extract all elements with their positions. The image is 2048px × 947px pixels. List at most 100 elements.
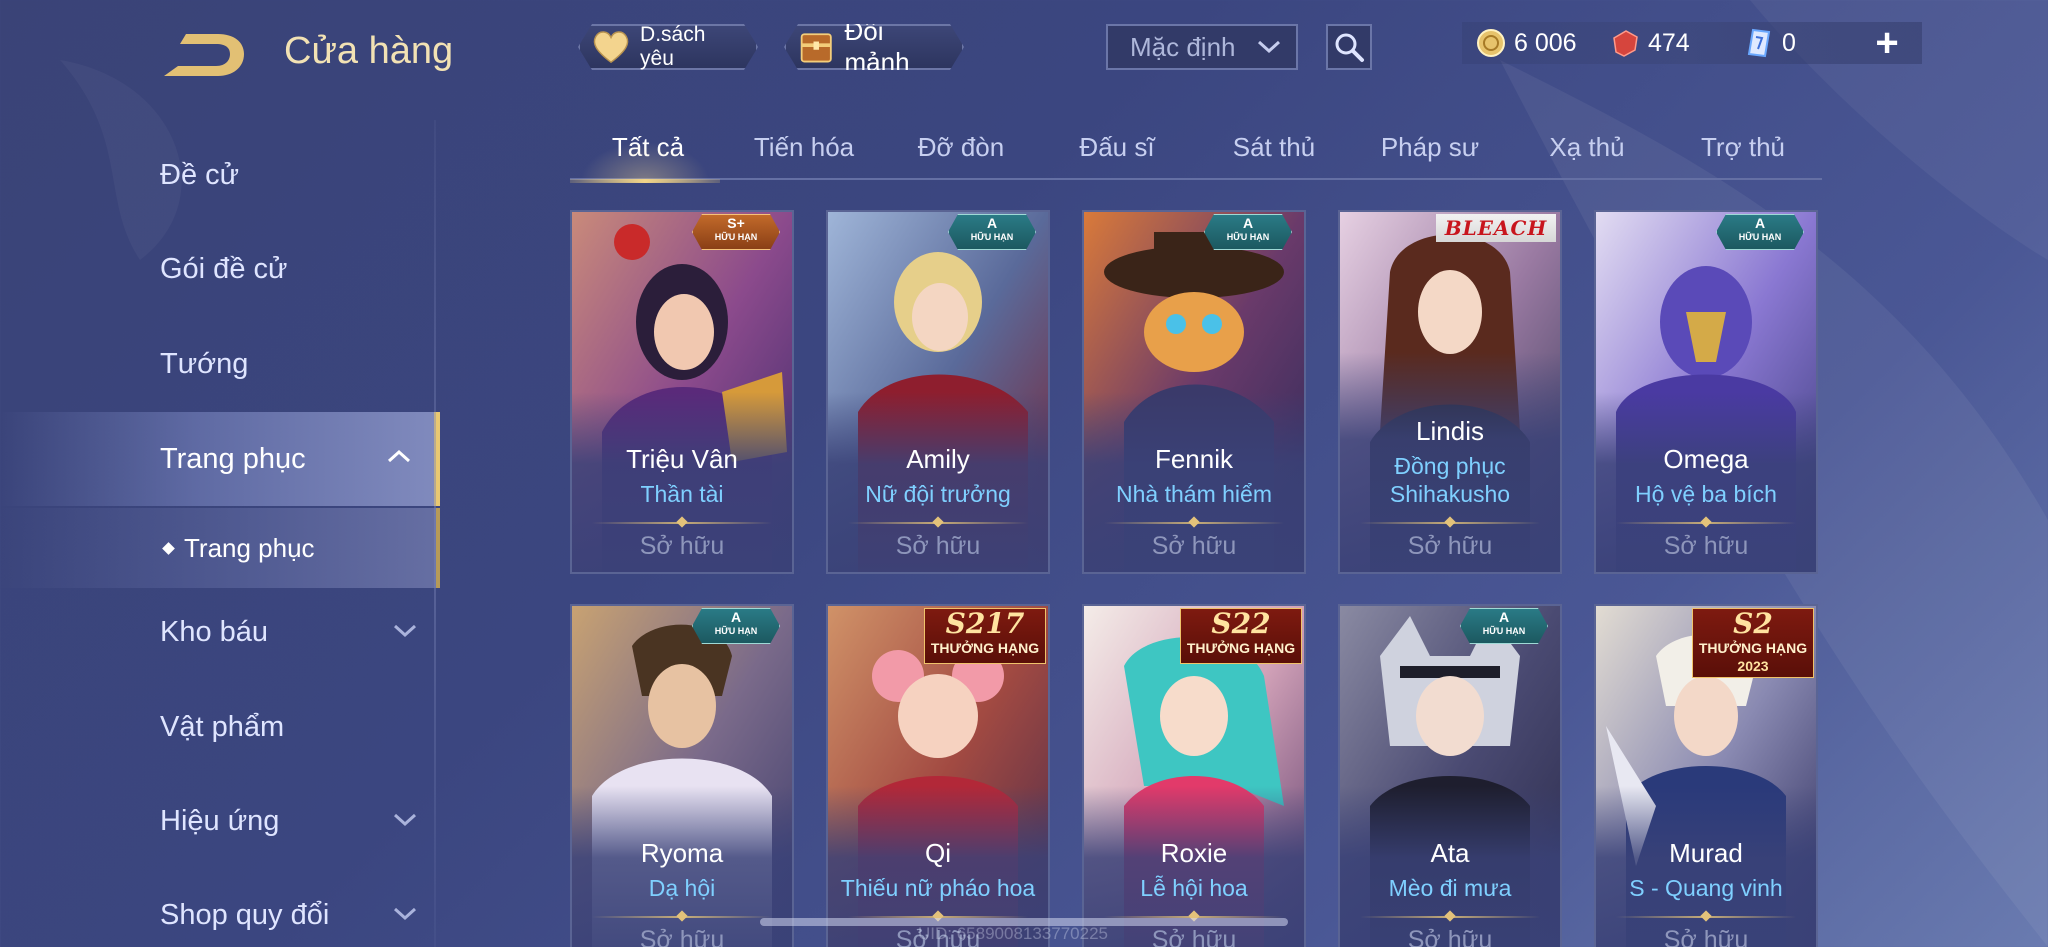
voucher-balance: 0 <box>1744 22 1796 64</box>
rarity-subtitle: HỮU HẠN <box>714 232 758 242</box>
tab-support[interactable]: Trợ thủ <box>1665 120 1821 180</box>
hero-name: Qi <box>925 838 951 868</box>
skin-name-line2: Shihakusho <box>1389 481 1511 507</box>
skin-name: Đồng phục <box>1394 453 1506 479</box>
tab-fighter[interactable]: Đấu sĩ <box>1039 120 1195 180</box>
hero-name: Amily <box>906 444 970 474</box>
rarity-subtitle: HỮU HẠN <box>1482 626 1526 636</box>
owned-label: Sở hữu <box>895 532 981 560</box>
card-divider <box>592 516 772 528</box>
rank-subtitle: THƯỞNG HẠNG <box>1186 640 1296 656</box>
owned-label: Sở hữu <box>1151 532 1237 560</box>
owned-label: Sở hữu <box>639 926 725 947</box>
hero-name: Ryoma <box>640 838 724 868</box>
rarity-subtitle: HỮU HẠN <box>1226 232 1270 242</box>
tab-all[interactable]: Tất cả <box>570 120 726 183</box>
gold-balance: 6 006 <box>1476 22 1577 64</box>
tab-tank[interactable]: Đỡ đòn <box>883 120 1039 180</box>
sidebar-item-bundles[interactable]: Gói đề cử <box>0 224 440 314</box>
skin-name: Dạ hội <box>648 875 716 901</box>
card-divider <box>848 516 1028 528</box>
rank-subtitle: THƯỞNG HẠNG <box>1698 640 1808 656</box>
sidebar-item-label: Tướng <box>160 347 249 380</box>
skin-name: Mèo đi mưa <box>1388 875 1512 901</box>
sidebar-item-label: Hiệu ứng <box>160 804 280 837</box>
sidebar-item-treasure[interactable]: Kho báu <box>0 587 440 677</box>
rank-reward-badge: S217 THƯỞNG HẠNG <box>924 608 1046 664</box>
sort-dropdown[interactable]: Mặc định <box>1106 24 1298 70</box>
back-button[interactable] <box>160 30 246 80</box>
sidebar-subitem-label: Trang phục <box>184 532 315 563</box>
heart-icon <box>592 29 630 65</box>
owned-label: Sở hữu <box>1663 532 1749 560</box>
sidebar-item-exchange-shop[interactable]: Shop quy đổi <box>0 870 440 947</box>
bullet-icon <box>162 542 175 555</box>
card-divider <box>1360 516 1540 528</box>
gold-amount: 6 006 <box>1514 28 1577 57</box>
skin-card[interactable]: S22 THƯỞNG HẠNG Roxie Lễ hội hoa Sở hữu <box>1082 604 1306 947</box>
card-divider <box>1360 910 1540 922</box>
hero-name: Murad <box>1669 838 1743 868</box>
card-divider <box>1616 516 1796 528</box>
skin-card[interactable]: A HỮU HẠN Amily Nữ đội trưởng Sở hữu <box>826 210 1050 574</box>
card-divider <box>592 910 772 922</box>
rarity-badge: A HỮU HẠN <box>1460 608 1548 644</box>
sidebar-subitem-skins[interactable]: Trang phục <box>0 508 440 588</box>
wishlist-label: D.sách yêu <box>640 23 706 70</box>
back-arrow-icon <box>164 34 244 76</box>
exchange-label: Đổi mảnh <box>844 16 910 77</box>
rarity-tier: A <box>986 215 998 231</box>
hero-name: Fennik <box>1154 444 1234 474</box>
treasure-chest-icon <box>798 27 834 67</box>
owned-label: Sở hữu <box>1407 926 1493 947</box>
tab-assassin[interactable]: Sát thủ <box>1196 120 1352 180</box>
sidebar-item-heroes[interactable]: Tướng <box>0 319 440 409</box>
skin-card[interactable]: A HỮU HẠN Omega Hộ vệ ba bích Sở hữu <box>1594 210 1818 574</box>
owned-label: Sở hữu <box>1151 926 1237 947</box>
exchange-fragments-button[interactable]: Đổi mảnh <box>784 24 964 70</box>
voucher-icon <box>1747 28 1771 58</box>
sort-value: Mặc định <box>1130 31 1236 62</box>
hero-name: Triệu Vân <box>626 444 738 474</box>
ruby-amount: 474 <box>1648 28 1690 57</box>
sidebar-item-recommended[interactable]: Đề cử <box>0 130 440 220</box>
sidebar-item-items[interactable]: Vật phẩm <box>0 682 440 772</box>
add-currency-button[interactable]: + <box>1866 21 1908 65</box>
collab-badge: BLEACH <box>1436 214 1556 242</box>
tab-mage[interactable]: Pháp sư <box>1352 120 1508 180</box>
search-button[interactable] <box>1326 24 1372 70</box>
skin-name: Hộ vệ ba bích <box>1635 481 1777 507</box>
skin-card[interactable]: BLEACH Lindis Đồng phục Shihakusho Sở hữ… <box>1338 210 1562 574</box>
currency-bar: 6 006 474 0 + <box>1462 21 1922 65</box>
role-tabs: Tất cả Tiến hóa Đỡ đòn Đấu sĩ Sát thủ Ph… <box>570 120 1822 183</box>
chevron-down-icon <box>393 813 417 827</box>
sidebar-item-label: Trang phục <box>160 442 306 475</box>
tab-evolution[interactable]: Tiến hóa <box>726 120 882 180</box>
wishlist-button[interactable]: D.sách yêu <box>578 24 758 70</box>
tab-marksman[interactable]: Xạ thủ <box>1509 120 1665 180</box>
skin-card[interactable]: S+ HỮU HẠN Triệu Vân Thần tài Sở hữu <box>570 210 794 574</box>
page-title: Cửa hàng <box>284 30 454 72</box>
rarity-badge: A HỮU HẠN <box>1204 214 1292 250</box>
rarity-tier: A <box>730 609 742 625</box>
chevron-up-icon <box>387 449 411 463</box>
skin-card[interactable]: A HỮU HẠN Fennik Nhà thám hiểm Sở hữu <box>1082 210 1306 574</box>
skin-card[interactable]: S217 THƯỞNG HẠNG Qi Thiếu nữ pháo hoa Sở… <box>826 604 1050 947</box>
collab-logo-text: BLEACH <box>1444 216 1548 240</box>
rarity-badge: A HỮU HẠN <box>692 608 780 644</box>
sidebar-item-label: Shop quy đổi <box>160 898 330 931</box>
owned-label: Sở hữu <box>639 532 725 560</box>
sidebar-item-skins[interactable]: Trang phục <box>0 412 440 506</box>
rarity-tier: A <box>1242 215 1254 231</box>
skin-card[interactable]: A HỮU HẠN Ryoma Dạ hội Sở hữu <box>570 604 794 947</box>
sidebar-item-effects[interactable]: Hiệu ứng <box>0 776 440 866</box>
rarity-badge: A HỮU HẠN <box>948 214 1036 250</box>
sidebar: Đề cử Gói đề cử Tướng Trang phục Trang p… <box>0 120 440 947</box>
hero-name: Lindis <box>1416 416 1484 446</box>
uid-watermark: UID: 6589008133770225 <box>918 924 1108 943</box>
skin-name: Nữ đội trưởng <box>865 481 1011 507</box>
skin-card[interactable]: A HỮU HẠN Ata Mèo đi mưa Sở hữu <box>1338 604 1562 947</box>
owned-label: Sở hữu <box>1663 926 1749 947</box>
skin-card[interactable]: S2 THƯỞNG HẠNG 2023 Murad S - Quang vinh… <box>1594 604 1818 947</box>
skin-name: Thần tài <box>640 481 724 507</box>
